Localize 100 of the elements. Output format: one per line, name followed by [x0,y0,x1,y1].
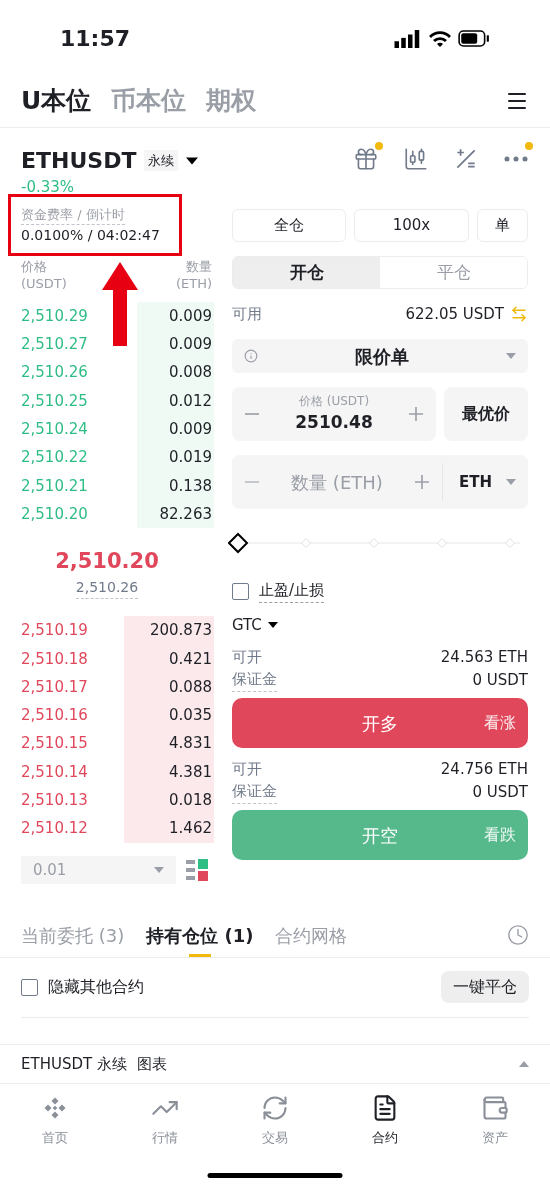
info-value: 24.756 ETH [440,759,528,780]
bid-quantity: 0.012 [169,390,212,412]
nav-tab[interactable]: 交易 [240,1093,310,1148]
info-label: 保证金 [232,669,277,692]
collapse-caret-icon[interactable] [519,1060,529,1067]
funding-rate-label: 资金费率 / 倒计时 [21,205,125,225]
bid-price[interactable]: 2,510.27 [21,333,88,356]
ask-quantity: 1.462 [169,818,212,840]
nav-tab[interactable]: 合约 [350,1093,420,1148]
dropdown-caret-icon [186,156,199,165]
available-label: 可用 [232,303,262,325]
chart-symbol-label: ETHUSDT 永续 [21,1053,127,1075]
close-all-button[interactable]: 一键平仓 [441,971,529,1004]
ask-quantity: 0.018 [169,790,212,812]
leverage-button[interactable]: 100x [354,209,469,242]
margin-mode-button[interactable]: 全仓 [232,209,346,242]
quantity-column-header: 数量 [186,258,212,275]
ask-price[interactable]: 2,510.15 [21,732,88,755]
quantity-input-field[interactable]: 数量 (ETH) ETH [232,455,528,509]
quantity-unit[interactable]: ETH [458,470,492,494]
ask-price[interactable]: 2,510.16 [21,704,88,727]
position-tab[interactable]: 合约网格 [275,913,348,958]
layout-toggle-icon[interactable] [186,858,208,881]
candlestick-icon[interactable] [403,146,429,172]
position-mode-button[interactable]: 单 [477,209,528,242]
ask-price[interactable]: 2,510.12 [21,817,88,840]
info-label: 保证金 [232,781,277,804]
hide-others-label: 隐藏其他合约 [48,976,144,999]
price-unit-label: (USDT) [21,275,67,292]
slider-thumb[interactable] [228,532,249,554]
ask-price[interactable]: 2,510.19 [21,619,88,642]
dropdown-caret-icon [506,353,516,359]
info-value: 24.563 ETH [440,647,528,668]
slider-track[interactable] [248,538,520,548]
tp-sl-checkbox[interactable] [232,582,249,600]
nav-tab[interactable]: 资产 [460,1093,530,1148]
available-balance: 622.05 USDT [405,303,504,325]
hide-others-checkbox[interactable] [21,978,38,996]
bid-quantity: 0.019 [169,447,212,469]
more-icon[interactable] [503,156,529,162]
gift-icon[interactable] [353,146,379,172]
position-tab[interactable]: 持有仓位 (1) [146,913,254,958]
bid-quantity: 0.009 [169,305,212,327]
bid-quantity: 0.009 [169,334,212,356]
bid-price[interactable]: 2,510.22 [21,446,88,469]
perpetual-tag: 永续 [144,149,179,172]
mark-price: 2,510.26 [75,577,139,600]
quantity-unit-label: (ETH) [175,275,212,292]
position-tab[interactable]: 当前委托 (3) [21,913,125,958]
battery-icon [458,30,490,47]
bid-quantity: 0.138 [169,475,212,497]
history-clock-icon[interactable] [507,924,529,947]
nav-tab[interactable]: 首页 [20,1093,90,1148]
time-in-force-select[interactable]: GTC [232,613,262,637]
ask-quantity: 0.035 [169,705,212,727]
open-short-button[interactable]: 开空 看跌 [232,810,528,860]
ask-price[interactable]: 2,510.13 [21,789,88,812]
info-label: 可开 [232,647,262,668]
price-input-label: 价格 (USDT) [298,393,370,411]
dropdown-caret-icon [154,866,164,873]
ask-quantity: 4.831 [169,733,212,755]
market-tab[interactable]: 币本位 [111,82,187,120]
market-tab[interactable]: U本位 [21,82,92,120]
bid-quantity: 0.008 [169,362,212,384]
bid-price[interactable]: 2,510.20 [21,502,88,526]
order-type-select[interactable]: 限价单 [232,339,528,373]
bid-price[interactable]: 2,510.24 [21,418,88,441]
nav-tab[interactable]: 行情 [130,1093,200,1148]
info-icon [244,349,258,363]
quantity-placeholder: 数量 (ETH) [290,470,384,495]
bid-quantity: 0.009 [169,419,212,441]
info-value: 0 USDT [472,670,528,691]
wifi-icon [428,29,452,48]
price-input-value: 2510.48 [295,411,373,435]
info-label: 可开 [232,759,262,780]
precision-select[interactable]: 0.01 [21,855,176,884]
chart-label[interactable]: 图表 [136,1052,167,1075]
market-tab[interactable]: 期权 [206,82,257,120]
info-value: 0 USDT [472,782,528,803]
status-time: 11:57 [60,25,131,53]
ask-price[interactable]: 2,510.18 [21,647,88,671]
symbol-title[interactable]: ETHUSDT [21,144,137,177]
bid-price[interactable]: 2,510.21 [21,474,88,498]
bid-price[interactable]: 2,510.26 [21,361,88,384]
wallet-icon [481,1093,509,1122]
exchange-cycle-icon [261,1093,289,1122]
price-column-header: 价格 [21,258,48,275]
bid-quantity: 82.263 [159,503,212,525]
ask-quantity: 0.421 [169,648,212,670]
open-long-button[interactable]: 开多 看涨 [232,698,528,748]
ask-price[interactable]: 2,510.17 [21,675,88,699]
ask-price[interactable]: 2,510.14 [21,760,88,784]
price-change: -0.33% [21,177,76,197]
signal-icon [394,29,422,48]
open-close-tab[interactable]: 开仓 [233,257,380,288]
bid-price[interactable]: 2,510.25 [21,389,88,413]
bid-price[interactable]: 2,510.29 [21,304,88,328]
last-price: 2,510.20 [55,547,159,575]
dropdown-caret-icon [267,622,278,628]
best-price-button[interactable]: 最优价 [444,387,528,441]
